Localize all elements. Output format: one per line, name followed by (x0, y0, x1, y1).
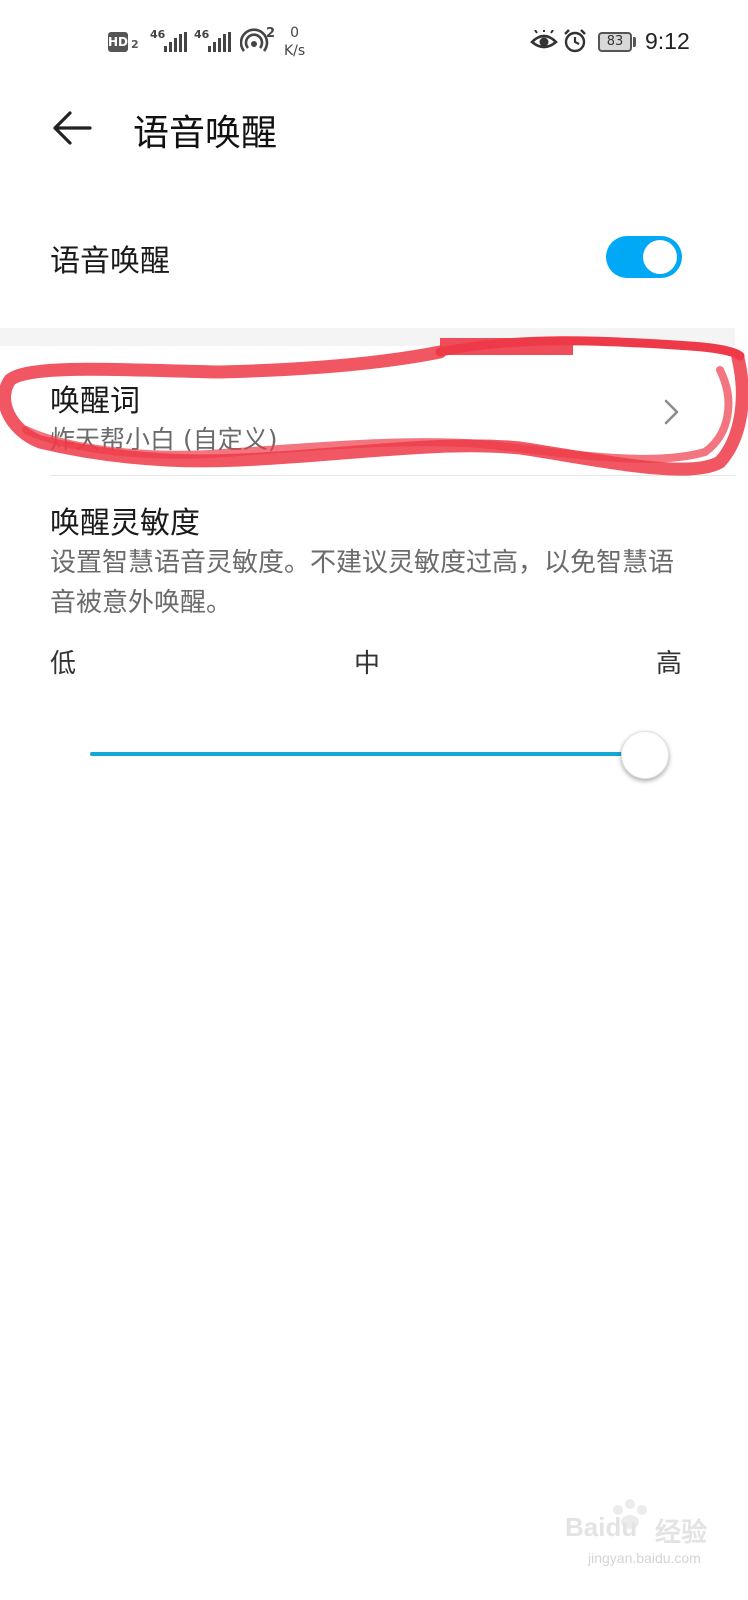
wake-word-title: 唤醒词 (50, 384, 140, 419)
hd-voice-badge: HD (108, 32, 128, 52)
row-divider (50, 475, 735, 476)
sensitivity-slider-thumb[interactable] (621, 731, 669, 779)
voice-wake-toggle-knob (643, 240, 677, 274)
sim1-signal-icon (164, 32, 187, 52)
battery-level: 83 (598, 32, 632, 52)
wake-word-value: 炸天帮小白 (自定义) (50, 425, 278, 454)
chevron-right-icon (664, 399, 679, 425)
alarm-icon (564, 29, 586, 53)
watermark-brand: Baidu (565, 1512, 638, 1542)
battery-icon (633, 37, 636, 47)
hotspot-count: 2 (266, 26, 276, 41)
status-time: 9:12 (645, 28, 690, 54)
sensitivity-level-low: 低 (50, 649, 77, 679)
network-speed: 0 K/s (284, 24, 305, 60)
sensitivity-title: 唤醒灵敏度 (50, 506, 200, 541)
sensitivity-level-medium: 中 (354, 649, 381, 679)
voice-wake-label: 语音唤醒 (50, 244, 170, 279)
hd-voice-sim-index: 2 (131, 38, 139, 51)
sim2-signal-icon (208, 32, 231, 52)
network-speed-unit: K/s (284, 43, 306, 59)
section-divider (0, 328, 735, 346)
sensitivity-level-high: 高 (656, 649, 683, 679)
sensitivity-slider-track[interactable] (90, 752, 640, 756)
eye-comfort-icon (530, 30, 558, 49)
arrow-left-icon (53, 111, 92, 145)
sensitivity-description: 设置智慧语音灵敏度。不建议灵敏度过高，以免智慧语音被意外唤醒。 (50, 548, 675, 618)
watermark-brand-cn: 经验 (655, 1518, 708, 1548)
watermark-url: jingyan.baidu.com (588, 1550, 701, 1566)
page-title: 语音唤醒 (133, 113, 278, 154)
status-bar: HD 2 46 46 2 0 K/s 83 9:12 (0, 0, 748, 86)
network-speed-value: 0 (290, 25, 300, 41)
back-button[interactable] (46, 100, 102, 156)
